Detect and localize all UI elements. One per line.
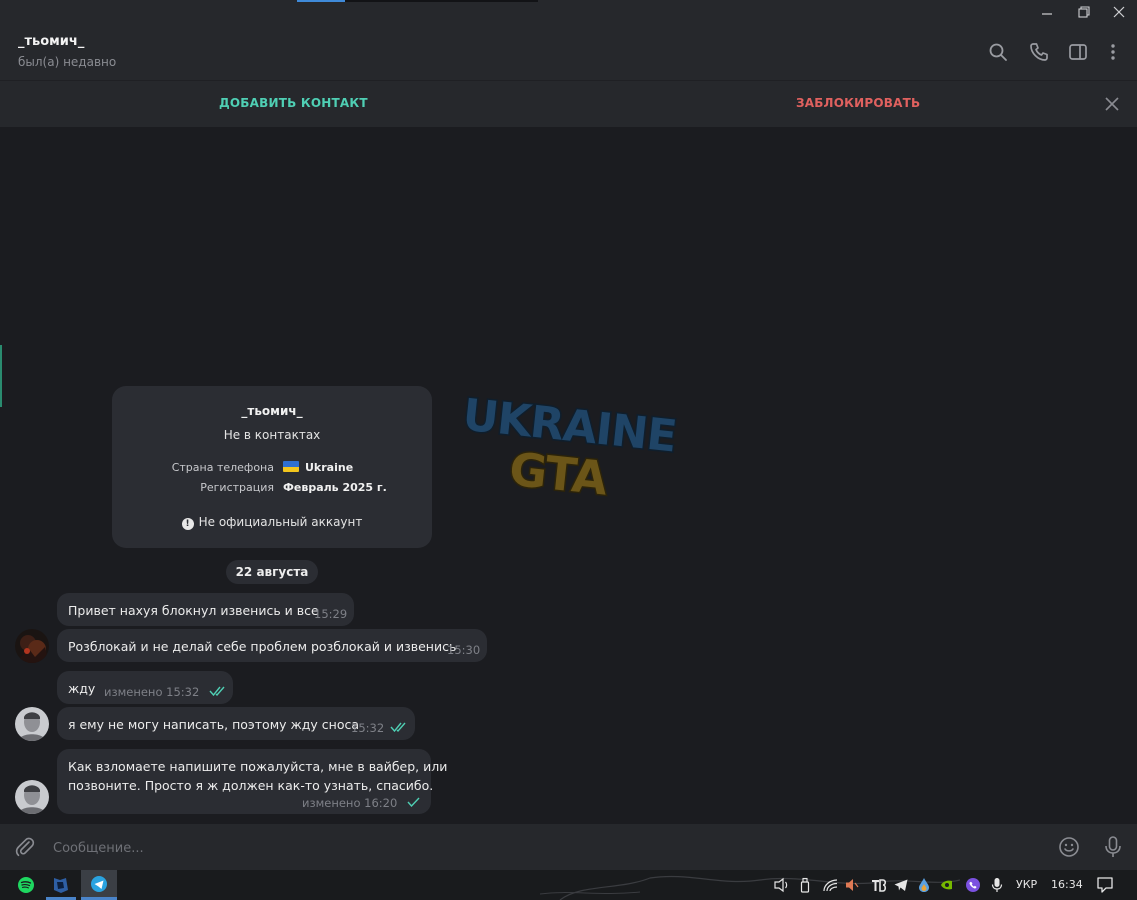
sidebar-toggle-icon[interactable] bbox=[1067, 41, 1089, 63]
incoming-message[interactable]: Розблокай и не делай себе проблем розбло… bbox=[57, 629, 487, 662]
registration-value: Февраль 2025 г. bbox=[283, 481, 387, 494]
country-value-row: Ukraine bbox=[283, 461, 353, 474]
double-check-icon bbox=[390, 722, 406, 732]
chat-history[interactable]: UKRAINE GTA _тьомич_ Не в контактах Стра… bbox=[0, 127, 1137, 824]
chat-header[interactable]: _тьомич_ был(а) недавно bbox=[0, 25, 1137, 80]
info-card-name: _тьомич_ bbox=[241, 404, 303, 418]
chat-status: был(а) недавно bbox=[18, 55, 117, 69]
incoming-message[interactable]: Привет нахуя блокнул извенись и все 15:2… bbox=[57, 593, 354, 626]
ukraine-gta-watermark-logo: UKRAINE GTA bbox=[459, 389, 680, 507]
sender-avatar[interactable] bbox=[15, 629, 49, 663]
message-composer bbox=[0, 824, 1137, 870]
message-text-line1: Как взломаете напишите пожалуйста, мне в… bbox=[68, 759, 448, 774]
close-window-icon[interactable] bbox=[1107, 2, 1131, 22]
search-icon[interactable] bbox=[987, 41, 1009, 63]
unofficial-warning: ! Не официальный аккаунт bbox=[112, 515, 432, 530]
message-time: 15:30 bbox=[447, 643, 481, 657]
volume-hidden-icon[interactable] bbox=[773, 877, 791, 893]
message-time: изменено 15:32 bbox=[104, 685, 200, 699]
restore-icon[interactable] bbox=[1071, 2, 1095, 22]
usb-device-icon[interactable] bbox=[798, 877, 812, 893]
profile-info-card: _тьомич_ Не в контактах Страна телефона … bbox=[112, 386, 432, 548]
phone-icon[interactable] bbox=[1028, 41, 1050, 63]
nvidia-icon[interactable] bbox=[940, 877, 956, 893]
single-check-icon bbox=[407, 797, 420, 807]
contact-action-bar: ДОБАВИТЬ КОНТАКТ ЗАБЛОКИРОВАТЬ bbox=[0, 80, 1137, 127]
wifi-icon[interactable] bbox=[822, 877, 840, 893]
add-contact-button[interactable]: ДОБАВИТЬ КОНТАКТ bbox=[219, 96, 368, 110]
message-time: 15:32 bbox=[351, 721, 385, 735]
telegram-tray-icon[interactable] bbox=[893, 877, 909, 893]
close-icon[interactable] bbox=[1103, 95, 1121, 113]
outgoing-message[interactable]: жду изменено 15:32 bbox=[57, 671, 233, 704]
registration-label: Регистрация bbox=[200, 481, 274, 494]
spotify-icon[interactable] bbox=[14, 870, 38, 900]
country-label: Страна телефона bbox=[171, 461, 274, 474]
tb-app-icon[interactable] bbox=[871, 877, 887, 893]
message-text: Розблокай и не делай себе проблем розбло… bbox=[68, 639, 457, 654]
date-separator: 22 августа bbox=[226, 560, 318, 584]
microphone-icon[interactable] bbox=[1102, 835, 1124, 859]
paperclip-icon[interactable] bbox=[14, 836, 36, 858]
windows-taskbar: УКР 16:34 bbox=[0, 870, 1137, 900]
active-tab-indicator bbox=[297, 0, 345, 2]
message-time: 15:29 bbox=[314, 607, 348, 621]
block-user-button[interactable]: ЗАБЛОКИРОВАТЬ bbox=[796, 96, 920, 110]
title-bar bbox=[0, 0, 1137, 25]
own-avatar[interactable] bbox=[15, 780, 49, 814]
speaker-muted-icon[interactable] bbox=[845, 877, 859, 893]
droplet-app-icon[interactable] bbox=[917, 877, 931, 893]
telegram-taskbar-icon[interactable] bbox=[81, 870, 117, 900]
minimize-icon[interactable] bbox=[1035, 2, 1059, 22]
telegram-window: _тьомич_ был(а) недавно ДОБАВИТЬ КОНТАКТ… bbox=[0, 0, 1137, 900]
message-text: жду bbox=[68, 681, 96, 696]
tab-strip bbox=[345, 0, 538, 2]
notification-center-icon[interactable] bbox=[1096, 876, 1114, 894]
resize-handle[interactable] bbox=[0, 345, 2, 407]
more-vertical-icon[interactable] bbox=[1102, 41, 1124, 63]
svg-text:GTA: GTA bbox=[507, 442, 611, 506]
game-app-icon[interactable] bbox=[46, 870, 76, 900]
exclamation-icon: ! bbox=[181, 518, 194, 530]
message-text-line2: позвоните. Просто я ж должен как-то узна… bbox=[68, 778, 434, 793]
microphone-tray-icon[interactable] bbox=[990, 877, 1004, 893]
outgoing-message[interactable]: Как взломаете напишите пожалуйста, мне в… bbox=[57, 749, 447, 814]
ukraine-flag-icon bbox=[283, 461, 299, 472]
viber-icon[interactable] bbox=[965, 877, 981, 893]
country-value: Ukraine bbox=[305, 461, 354, 474]
system-clock[interactable]: 16:34 bbox=[1051, 878, 1083, 891]
double-check-icon bbox=[209, 686, 225, 696]
emoji-icon[interactable] bbox=[1058, 836, 1080, 858]
message-text: Привет нахуя блокнул извенись и все bbox=[68, 603, 319, 618]
message-text: я ему не могу написать, поэтому жду снос… bbox=[68, 717, 360, 732]
own-avatar[interactable] bbox=[15, 707, 49, 741]
language-indicator[interactable]: УКР bbox=[1016, 878, 1037, 891]
unofficial-warning-text: Не официальный аккаунт bbox=[198, 515, 363, 529]
message-input[interactable] bbox=[53, 838, 1033, 858]
chat-title[interactable]: _тьомич_ bbox=[18, 34, 84, 49]
message-time: изменено 16:20 bbox=[302, 796, 398, 810]
outgoing-message[interactable]: я ему не могу написать, поэтому жду снос… bbox=[57, 707, 415, 740]
info-card-subtitle: Не в контактах bbox=[223, 428, 321, 442]
